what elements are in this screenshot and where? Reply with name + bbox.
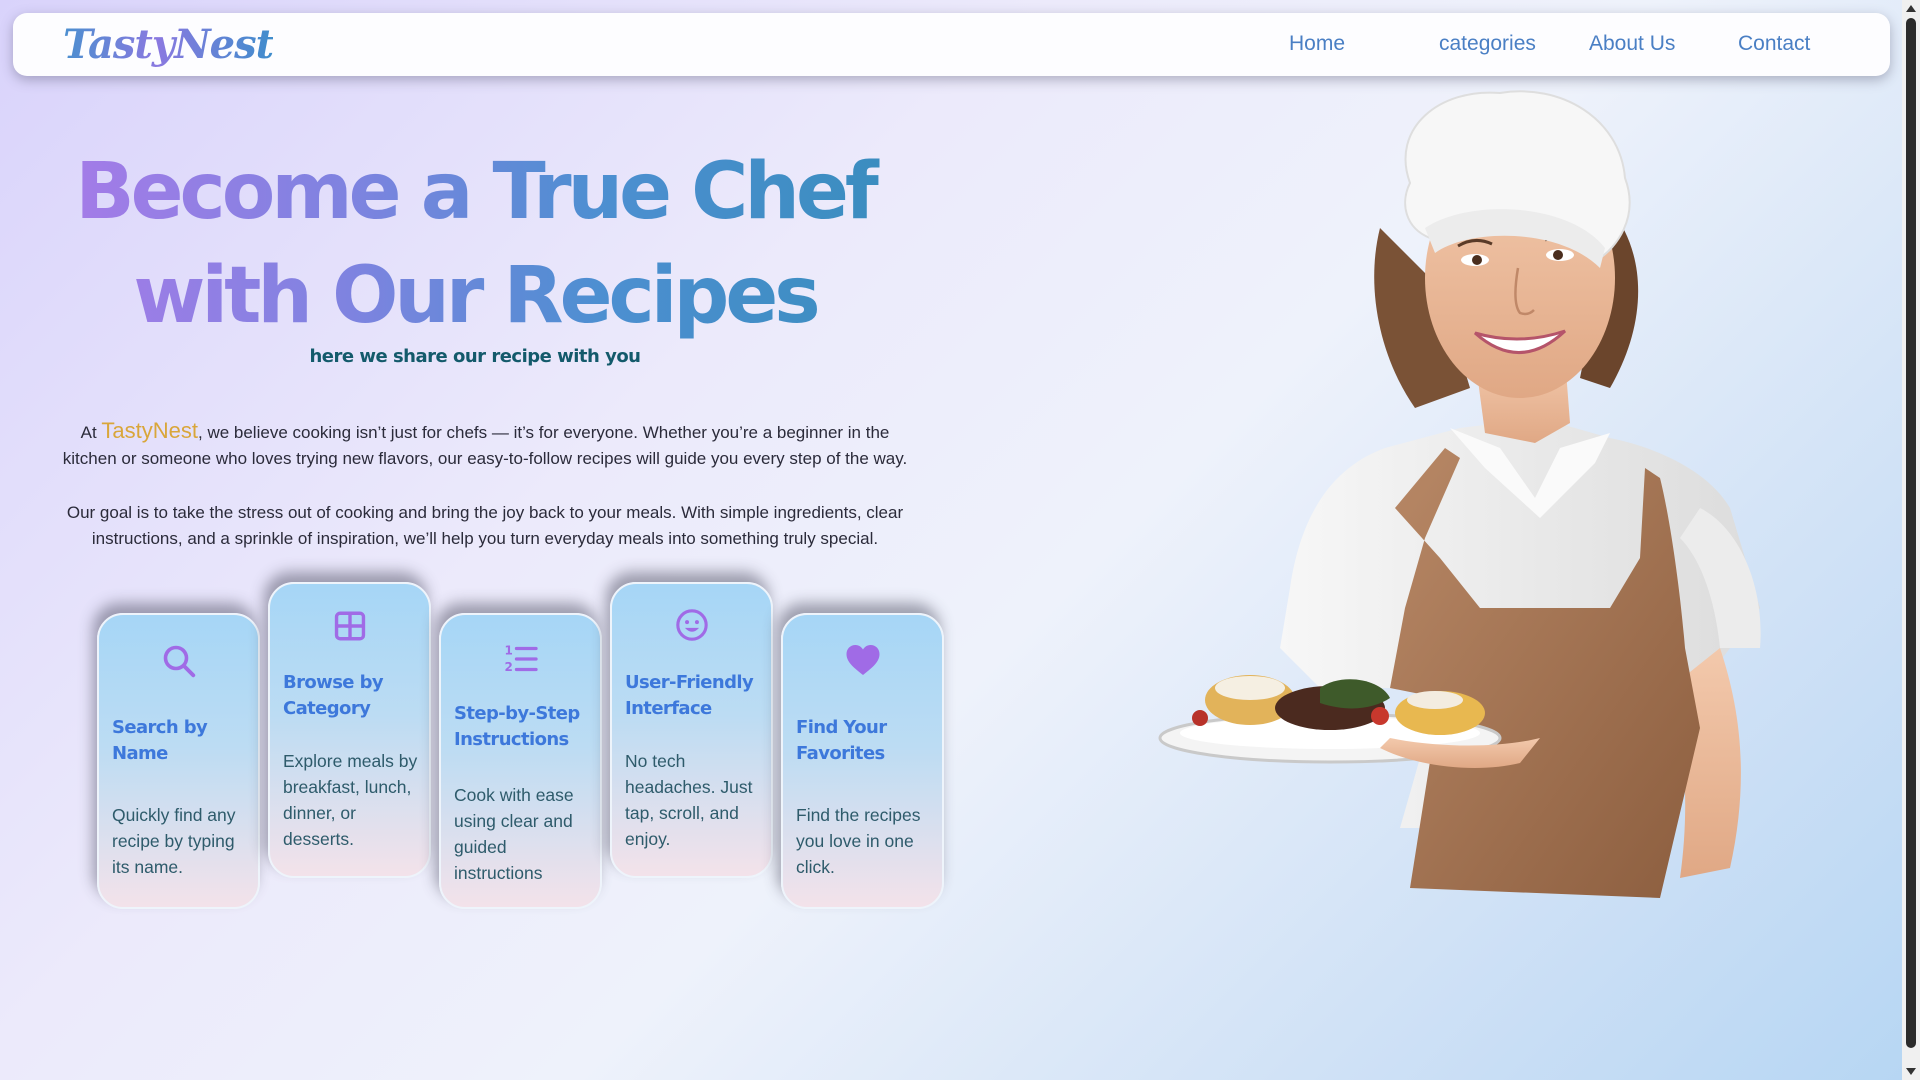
feature-title: Step-by-Step Instructions (454, 703, 580, 750)
feature-card-favorites[interactable]: Find Your Favorites Find the recipes you… (781, 613, 944, 909)
grid-icon (270, 609, 429, 643)
nav-link-home[interactable]: Home (1289, 32, 1345, 56)
feature-text: Cook with ease using clear and guided in… (454, 785, 574, 883)
feature-text: Quickly find any recipe by typing its na… (112, 805, 236, 877)
chef-illustration (1158, 90, 1761, 898)
logo[interactable]: TastyNest (63, 21, 274, 68)
navbar: TastyNest Home categories About Us Conta… (13, 13, 1890, 76)
hero-subtitle: here we share our recipe with you (309, 346, 641, 367)
brand-inline: TastyNest (101, 418, 198, 443)
svg-text:2: 2 (504, 660, 512, 674)
scroll-up-arrow-icon[interactable] (1906, 5, 1916, 12)
feature-title: Find Your Favorites (796, 717, 887, 764)
nav-link-categories[interactable]: categories (1439, 32, 1536, 56)
feature-card-search[interactable]: Search by Name Quickly find any recipe b… (97, 613, 260, 909)
feature-text: No tech headaches. Just tap, scroll, and… (625, 751, 753, 849)
feature-title: User-Friendly Interface (625, 672, 754, 719)
hero-title: Become a True Chef with Our Recipes (60, 140, 890, 348)
hero-title-line2: with Our Recipes (133, 251, 817, 341)
feature-card-steps[interactable]: 1 2 Step-by-Step Instructions Cook with … (439, 613, 602, 909)
scroll-thumb[interactable] (1906, 18, 1916, 1048)
feature-card-interface[interactable]: User-Friendly Interface No tech headache… (610, 582, 773, 878)
intro-paragraph: At TastyNest, we believe cooking isn’t j… (55, 418, 915, 472)
smile-icon (612, 608, 771, 642)
heart-icon (783, 643, 942, 677)
feature-title: Browse by Category (283, 672, 384, 719)
list-numbers-icon: 1 2 (441, 641, 600, 677)
nav-link-about-us[interactable]: About Us (1589, 32, 1675, 56)
feature-title: Search by Name (112, 717, 208, 764)
goal-paragraph: Our goal is to take the stress out of co… (66, 503, 904, 548)
search-icon (99, 643, 258, 679)
intro-prefix: At (80, 423, 102, 442)
scrollbar[interactable] (1902, 0, 1920, 1080)
feature-text: Explore meals by breakfast, lunch, dinne… (283, 751, 418, 849)
nav-link-contact[interactable]: Contact (1738, 32, 1810, 56)
feature-text: Find the recipes you love in one click. (796, 805, 921, 877)
scroll-down-arrow-icon[interactable] (1906, 1068, 1916, 1075)
hero-title-line1: Become a True Chef (75, 147, 875, 237)
feature-card-category[interactable]: Browse by Category Explore meals by brea… (268, 582, 431, 878)
svg-text:1: 1 (504, 644, 512, 658)
